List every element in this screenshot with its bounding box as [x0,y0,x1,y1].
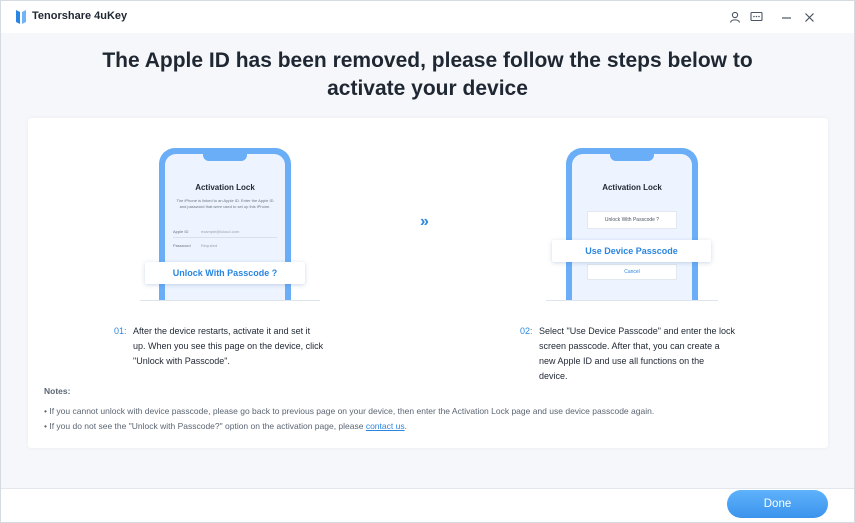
step-2-line: Select "Use Device Passcode" and enter t… [539,326,735,336]
app-title: Tenorshare 4uKey [32,10,128,22]
close-icon[interactable] [801,9,817,25]
step-1-line: "Unlock with Passcode". [133,356,230,366]
step-1-line: up. When you see this page on the device… [133,341,324,351]
heading-line-1: The Apple ID has been removed, please fo… [102,49,753,72]
phone-notch [203,154,247,161]
step-2-line: device. [539,371,568,381]
phone-base-line-2 [546,300,718,301]
step-2-text: Select "Use Device Passcode" and enter t… [539,324,735,384]
apple-id-value: example@icloud.com [201,229,240,234]
unlock-with-passcode-pill: Unlock With Passcode ? [145,262,305,284]
unlock-option: Unlock With Passcode ? [587,211,677,229]
heading-line-2: activate your device [327,77,528,100]
app-window: Tenorshare 4uKey The Apple ID has been r… [0,0,855,523]
feedback-icon[interactable] [748,9,764,25]
step-1-number: 01: [114,326,127,336]
cancel-option: Cancel [587,264,677,280]
step-1: 01: After the device restarts, activate … [114,324,359,372]
activation-lock-desc: The iPhone is linked to an Apple ID. Ent… [176,198,274,209]
note-item-2-text: • If you do not see the "Unlock with Pas… [44,421,366,431]
note-item-2: • If you do not see the "Unlock with Pas… [44,419,814,434]
step-1-line: After the device restarts, activate it a… [133,326,311,336]
step-2-line: new Apple ID and use all functions on th… [539,356,705,366]
step-2: 02: Select "Use Device Passcode" and ent… [520,324,760,386]
phone-base-line-1 [140,300,320,301]
use-device-passcode-pill: Use Device Passcode [552,240,711,262]
instruction-card: Activation Lock The iPhone is linked to … [28,118,828,448]
note-item-2-end: . [404,421,407,431]
apple-id-label: Apple ID [173,229,189,234]
minimize-icon[interactable] [778,9,794,25]
contact-us-link[interactable]: contact us [366,421,405,431]
title-bar: Tenorshare 4uKey [1,1,854,33]
notes-label: Notes: [44,386,71,396]
password-label: Password [173,243,191,248]
phone-notch-2 [610,154,654,161]
step-2-line: screen passcode. After that, you can cre… [539,341,720,351]
note-item-1: • If you cannot unlock with device passc… [44,406,655,416]
step-2-number: 02: [520,326,533,336]
activation-lock-title-2: Activation Lock [602,183,662,192]
done-button[interactable]: Done [727,490,828,518]
notes-section: Notes: • If you cannot unlock with devic… [44,384,814,434]
phone-illustration-2: Activation Lock Unlock With Passcode ? C… [566,148,698,300]
app-logo-icon [16,10,26,24]
double-chevron-right-icon: » [420,213,429,230]
password-value: Required [201,243,218,248]
step-1-text: After the device restarts, activate it a… [133,324,323,369]
user-icon[interactable] [727,9,743,25]
page-heading: The Apple ID has been removed, please fo… [1,47,854,103]
phone-screen-2: Activation Lock Unlock With Passcode ? C… [572,154,692,300]
field-divider [173,237,277,238]
activation-lock-title: Activation Lock [195,183,255,192]
